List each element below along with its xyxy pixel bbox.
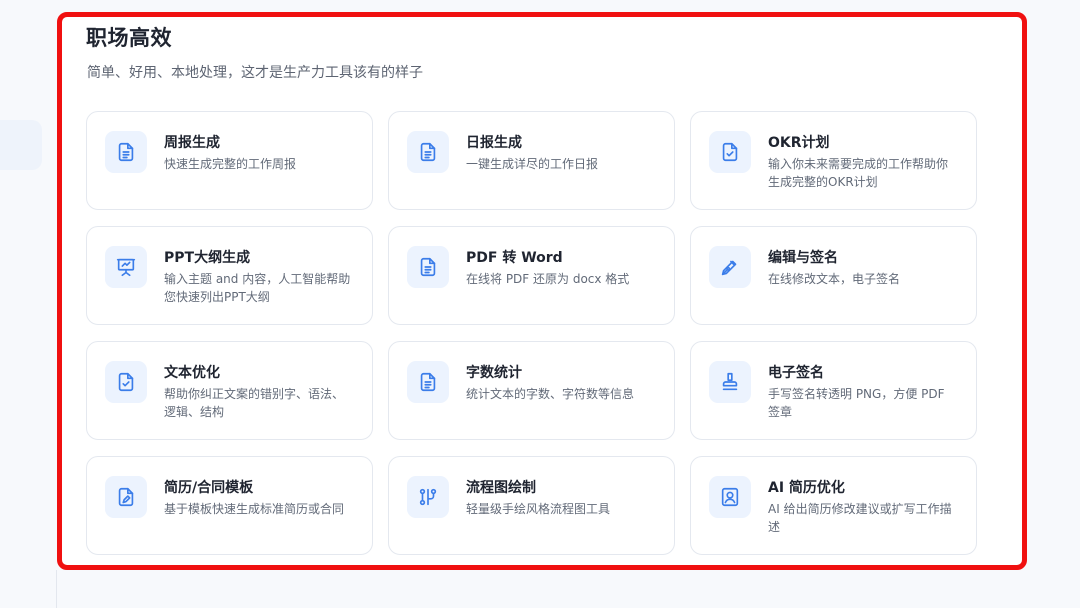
tool-card-title: PPT大纲生成 xyxy=(164,250,251,266)
profile-card-icon xyxy=(709,476,751,518)
section-title: 职场高效 xyxy=(86,26,172,50)
left-sidebar xyxy=(0,0,56,608)
tool-grid: 周报生成 快速生成完整的工作周报 日报生成 一键生成详尽的工作日报 OKR计划 输入你未来… xyxy=(86,111,978,555)
tool-card-title: 编辑与签名 xyxy=(768,250,838,266)
tool-card[interactable]: OKR计划输入你未来需要完成的工作帮助你生成完整的OKR计划 xyxy=(690,111,977,210)
tool-card[interactable]: 日报生成一键生成详尽的工作日报 xyxy=(388,111,675,210)
document-icon xyxy=(105,131,147,173)
pen-nib-icon xyxy=(709,246,751,288)
tool-card[interactable]: 电子签名手写签名转透明 PNG，方便 PDF 签章 xyxy=(690,341,977,440)
tool-card-description: 快速生成完整的工作周报 xyxy=(164,157,297,171)
tool-card-title: 字数统计 xyxy=(466,365,522,381)
divider xyxy=(56,570,57,608)
tool-card-title: 文本优化 xyxy=(164,365,220,381)
document-edit-icon xyxy=(105,476,147,518)
tool-card-title: 流程图绘制 xyxy=(466,480,536,496)
tool-card-description: 输入你未来需要完成的工作帮助你生成完整的OKR计划 xyxy=(768,157,949,189)
tool-card[interactable]: PDF 转 Word 在线将 PDF 还原为 docx 格式 xyxy=(388,226,675,325)
document-check-icon xyxy=(105,361,147,403)
tool-card[interactable]: 简历/合同模板基于模板快速生成标准简历或合同 xyxy=(86,456,373,555)
tool-card-description: 统计文本的字数、字符数等信息 xyxy=(466,387,635,401)
tool-card[interactable]: 编辑与签名在线修改文本，电子签名 xyxy=(690,226,977,325)
tool-card-description: 一键生成详尽的工作日报 xyxy=(466,157,599,171)
tool-card-description: 帮助你纠正文案的错别字、语法、逻辑、结构 xyxy=(164,387,345,419)
tool-card[interactable]: 流程图绘制轻量级手绘风格流程图工具 xyxy=(388,456,675,555)
tool-card[interactable]: 文本优化帮助你纠正文案的错别字、语法、逻辑、结构 xyxy=(86,341,373,440)
sidebar-active-item[interactable] xyxy=(0,120,42,170)
tool-card-description: 输入主题 and 内容，人工智能帮助您快速列出PPT大纲 xyxy=(164,272,351,304)
page: 职场高效 简单、好用、本地处理，这才是生产力工具该有的样子 周报生成快速生成完整… xyxy=(0,0,1080,608)
tool-card-description: 基于模板快速生成标准简历或合同 xyxy=(164,502,345,516)
tool-card-title: OKR计划 xyxy=(768,135,830,151)
tool-card-title: 电子签名 xyxy=(768,365,824,381)
tool-card[interactable]: AI 简历优化 AI 给出简历修改建议或扩写工作描述 xyxy=(690,456,977,555)
document-icon xyxy=(407,131,449,173)
section-subtitle: 简单、好用、本地处理，这才是生产力工具该有的样子 xyxy=(87,65,423,81)
document-icon xyxy=(407,361,449,403)
tool-card-description: 在线将 PDF 还原为 docx 格式 xyxy=(466,272,630,286)
stamp-icon xyxy=(709,361,751,403)
tool-card-title: PDF 转 Word xyxy=(466,250,563,266)
tool-card-description: 轻量级手绘风格流程图工具 xyxy=(466,502,611,516)
tool-card-title: 周报生成 xyxy=(164,135,220,151)
document-icon xyxy=(407,246,449,288)
document-check-icon xyxy=(709,131,751,173)
tool-card-title: 日报生成 xyxy=(466,135,522,151)
tool-card[interactable]: 字数统计统计文本的字数、字符数等信息 xyxy=(388,341,675,440)
presentation-icon xyxy=(105,246,147,288)
tool-card-description: 手写签名转透明 PNG，方便 PDF 签章 xyxy=(768,387,945,419)
flowchart-icon xyxy=(407,476,449,518)
tool-card[interactable]: 周报生成快速生成完整的工作周报 xyxy=(86,111,373,210)
tool-card-description: 在线修改文本，电子签名 xyxy=(768,272,901,286)
tool-card[interactable]: PPT大纲生成输入主题 and 内容，人工智能帮助您快速列出PPT大纲 xyxy=(86,226,373,325)
tool-card-title: AI 简历优化 xyxy=(768,480,845,496)
tool-card-description: AI 给出简历修改建议或扩写工作描述 xyxy=(768,502,952,534)
tool-card-title: 简历/合同模板 xyxy=(164,480,254,496)
